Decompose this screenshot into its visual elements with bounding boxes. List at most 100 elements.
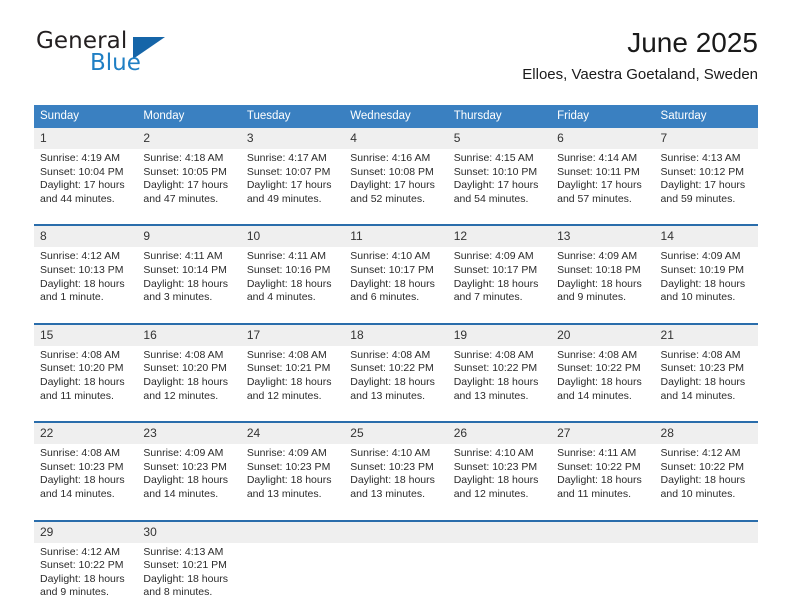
calendar-page: General Blue June 2025 Elloes, Vaestra G… xyxy=(0,0,792,612)
day-number[interactable]: 6 xyxy=(551,128,654,149)
day-number[interactable]: 16 xyxy=(137,325,240,346)
daylight-text: Daylight: 18 hours and 12 minutes. xyxy=(246,375,332,402)
day-cell[interactable]: Sunrise: 4:11 AM Sunset: 10:22 PM Daylight… xyxy=(551,444,654,505)
sunrise-text: Sunrise: 4:13 AM xyxy=(143,545,224,558)
weekday-header-wednesday: Wednesday xyxy=(350,110,411,122)
day-number[interactable]: 11 xyxy=(344,226,447,247)
day-number[interactable]: 14 xyxy=(655,226,758,247)
day-number[interactable]: 24 xyxy=(241,423,344,444)
day-detail-row: Sunrise: 4:12 AM Sunset: 10:22 PM Daylight… xyxy=(34,542,758,604)
calendar-week-row: 29 30 Sunrise: 4:12 AM Sunset: 10:22 PM Dayl… xyxy=(34,519,758,604)
sunset-text: Sunset: 10:23 PM xyxy=(350,460,434,473)
day-number[interactable]: 7 xyxy=(655,128,758,149)
sunrise-text: Sunrise: 4:08 AM xyxy=(453,348,534,361)
day-cell[interactable]: Sunrise: 4:10 AM Sunset: 10:17 PM Daylight… xyxy=(344,247,447,308)
day-number[interactable]: 25 xyxy=(344,423,447,444)
day-number[interactable]: 9 xyxy=(137,226,240,247)
general-blue-logo[interactable]: General Blue xyxy=(34,26,244,90)
day-cell[interactable]: Sunrise: 4:18 AM Sunset: 10:05 PM Daylight… xyxy=(137,149,240,210)
sunrise-text: Sunrise: 4:09 AM xyxy=(143,447,224,460)
day-cell[interactable]: Sunrise: 4:09 AM Sunset: 10:17 PM Daylight… xyxy=(448,247,551,308)
day-number[interactable]: 15 xyxy=(34,325,137,346)
day-cell[interactable]: Sunrise: 4:09 AM Sunset: 10:23 PM Daylight… xyxy=(137,444,240,505)
sunset-text: Sunset: 10:22 PM xyxy=(557,362,641,375)
day-number[interactable]: 30 xyxy=(137,522,240,543)
weekday-header-thursday: Thursday xyxy=(453,110,502,122)
day-cell[interactable]: Sunrise: 4:14 AM Sunset: 10:11 PM Daylight… xyxy=(551,149,654,210)
day-number[interactable]: 4 xyxy=(344,128,447,149)
day-number[interactable]: 19 xyxy=(448,325,551,346)
day-cell[interactable]: Sunrise: 4:11 AM Sunset: 10:14 PM Daylight… xyxy=(137,247,240,308)
page-header: General Blue June 2025 Elloes, Vaestra G… xyxy=(34,26,758,98)
day-number[interactable]: 28 xyxy=(655,423,758,444)
sunrise-text: Sunrise: 4:15 AM xyxy=(453,152,534,164)
sunrise-text: Sunrise: 4:11 AM xyxy=(557,447,637,460)
day-cell[interactable]: Sunrise: 4:13 AM Sunset: 10:12 PM Daylight… xyxy=(655,149,758,210)
sunrise-text: Sunrise: 4:08 AM xyxy=(246,348,327,361)
day-cell[interactable]: Sunrise: 4:10 AM Sunset: 10:23 PM Daylight… xyxy=(448,444,551,505)
day-cell[interactable]: Sunrise: 4:08 AM Sunset: 10:22 PM Daylight… xyxy=(344,346,447,407)
sunrise-text: Sunrise: 4:18 AM xyxy=(143,152,224,164)
day-number[interactable]: 18 xyxy=(344,325,447,346)
daylight-text: Daylight: 18 hours and 10 minutes. xyxy=(660,277,746,304)
day-cell[interactable]: Sunrise: 4:08 AM Sunset: 10:20 PM Daylight… xyxy=(137,346,240,407)
day-number[interactable]: 2 xyxy=(137,128,240,149)
sunset-text: Sunset: 10:22 PM xyxy=(453,362,538,375)
day-cell-empty xyxy=(551,543,654,604)
day-cell[interactable]: Sunrise: 4:12 AM Sunset: 10:22 PM Daylight… xyxy=(655,444,758,505)
sunrise-text: Sunrise: 4:08 AM xyxy=(40,447,120,460)
day-cell[interactable]: Sunrise: 4:15 AM Sunset: 10:10 PM Daylight… xyxy=(448,149,551,210)
day-number[interactable]: 3 xyxy=(241,128,344,149)
daylight-text: Daylight: 18 hours and 3 minutes. xyxy=(143,277,229,304)
day-cell-empty xyxy=(655,543,758,604)
sunset-text: Sunset: 10:16 PM xyxy=(246,263,331,276)
day-cell[interactable]: Sunrise: 4:16 AM Sunset: 10:08 PM Daylight… xyxy=(344,149,447,210)
day-cell[interactable]: Sunrise: 4:13 AM Sunset: 10:21 PM Daylight… xyxy=(137,543,240,604)
day-number[interactable]: 10 xyxy=(241,226,344,247)
sunset-text: Sunset: 10:11 PM xyxy=(557,165,640,178)
day-number[interactable]: 13 xyxy=(551,226,654,247)
day-cell[interactable]: Sunrise: 4:11 AM Sunset: 10:16 PM Daylight… xyxy=(241,247,344,308)
sunrise-text: Sunrise: 4:14 AM xyxy=(557,152,638,164)
sunset-text: Sunset: 10:21 PM xyxy=(143,559,227,572)
day-number[interactable]: 23 xyxy=(137,423,240,444)
day-number[interactable]: 29 xyxy=(34,522,137,543)
daylight-text: Daylight: 17 hours and 59 minutes. xyxy=(660,179,746,205)
daylight-text: Daylight: 18 hours and 6 minutes. xyxy=(350,277,435,304)
sunset-text: Sunset: 10:22 PM xyxy=(660,460,744,473)
daylight-text: Daylight: 17 hours and 57 minutes. xyxy=(557,179,642,205)
day-number[interactable]: 5 xyxy=(448,128,551,149)
calendar-weeks: 1 2 3 4 5 6 7 Sunrise: 4:19 AM Sunset: 10:04 PM D… xyxy=(34,128,758,604)
day-cell[interactable]: Sunrise: 4:09 AM Sunset: 10:23 PM Daylight… xyxy=(241,444,344,505)
day-number-row: 22 23 24 25 26 27 28 xyxy=(34,423,758,445)
day-cell[interactable]: Sunrise: 4:09 AM Sunset: 10:19 PM Daylight… xyxy=(655,247,758,308)
calendar-week-row: 22 23 24 25 26 27 28 Sunrise: 4:08 AM Sunset: 10… xyxy=(34,421,758,506)
day-cell[interactable]: Sunrise: 4:08 AM Sunset: 10:22 PM Daylight… xyxy=(448,346,551,407)
sunrise-text: Sunrise: 4:08 AM xyxy=(557,348,638,361)
day-number[interactable]: 21 xyxy=(655,325,758,346)
day-number[interactable]: 8 xyxy=(34,226,137,247)
day-cell[interactable]: Sunrise: 4:10 AM Sunset: 10:23 PM Daylight… xyxy=(344,444,447,505)
day-number[interactable]: 22 xyxy=(34,423,137,444)
day-cell[interactable]: Sunrise: 4:12 AM Sunset: 10:22 PM Daylight… xyxy=(34,543,137,604)
sunrise-text: Sunrise: 4:08 AM xyxy=(143,348,224,361)
day-cell[interactable]: Sunrise: 4:12 AM Sunset: 10:13 PM Daylight… xyxy=(34,247,137,308)
day-number[interactable]: 17 xyxy=(241,325,344,346)
day-number[interactable]: 1 xyxy=(34,128,137,149)
day-cell[interactable]: Sunrise: 4:08 AM Sunset: 10:21 PM Daylight… xyxy=(241,346,344,407)
day-number[interactable]: 26 xyxy=(448,423,551,444)
day-number[interactable]: 20 xyxy=(551,325,654,346)
day-cell[interactable]: Sunrise: 4:08 AM Sunset: 10:22 PM Daylight… xyxy=(551,346,654,407)
day-cell[interactable]: Sunrise: 4:08 AM Sunset: 10:20 PM Daylight… xyxy=(34,346,137,407)
sunset-text: Sunset: 10:20 PM xyxy=(143,362,227,375)
day-cell[interactable]: Sunrise: 4:19 AM Sunset: 10:04 PM Daylight… xyxy=(34,149,137,210)
calendar-week-row: 8 9 10 11 12 13 14 Sunrise: 4:12 AM Sunset: 10:1… xyxy=(34,224,758,309)
day-number[interactable]: 12 xyxy=(448,226,551,247)
daylight-text: Daylight: 18 hours and 4 minutes. xyxy=(246,277,332,304)
day-cell[interactable]: Sunrise: 4:08 AM Sunset: 10:23 PM Daylight… xyxy=(34,444,137,505)
day-cell[interactable]: Sunrise: 4:17 AM Sunset: 10:07 PM Daylight… xyxy=(241,149,344,210)
day-detail-row: Sunrise: 4:12 AM Sunset: 10:13 PM Daylight… xyxy=(34,247,758,309)
day-cell[interactable]: Sunrise: 4:09 AM Sunset: 10:18 PM Daylight… xyxy=(551,247,654,308)
day-number[interactable]: 27 xyxy=(551,423,654,444)
day-cell[interactable]: Sunrise: 4:08 AM Sunset: 10:23 PM Daylight… xyxy=(655,346,758,407)
